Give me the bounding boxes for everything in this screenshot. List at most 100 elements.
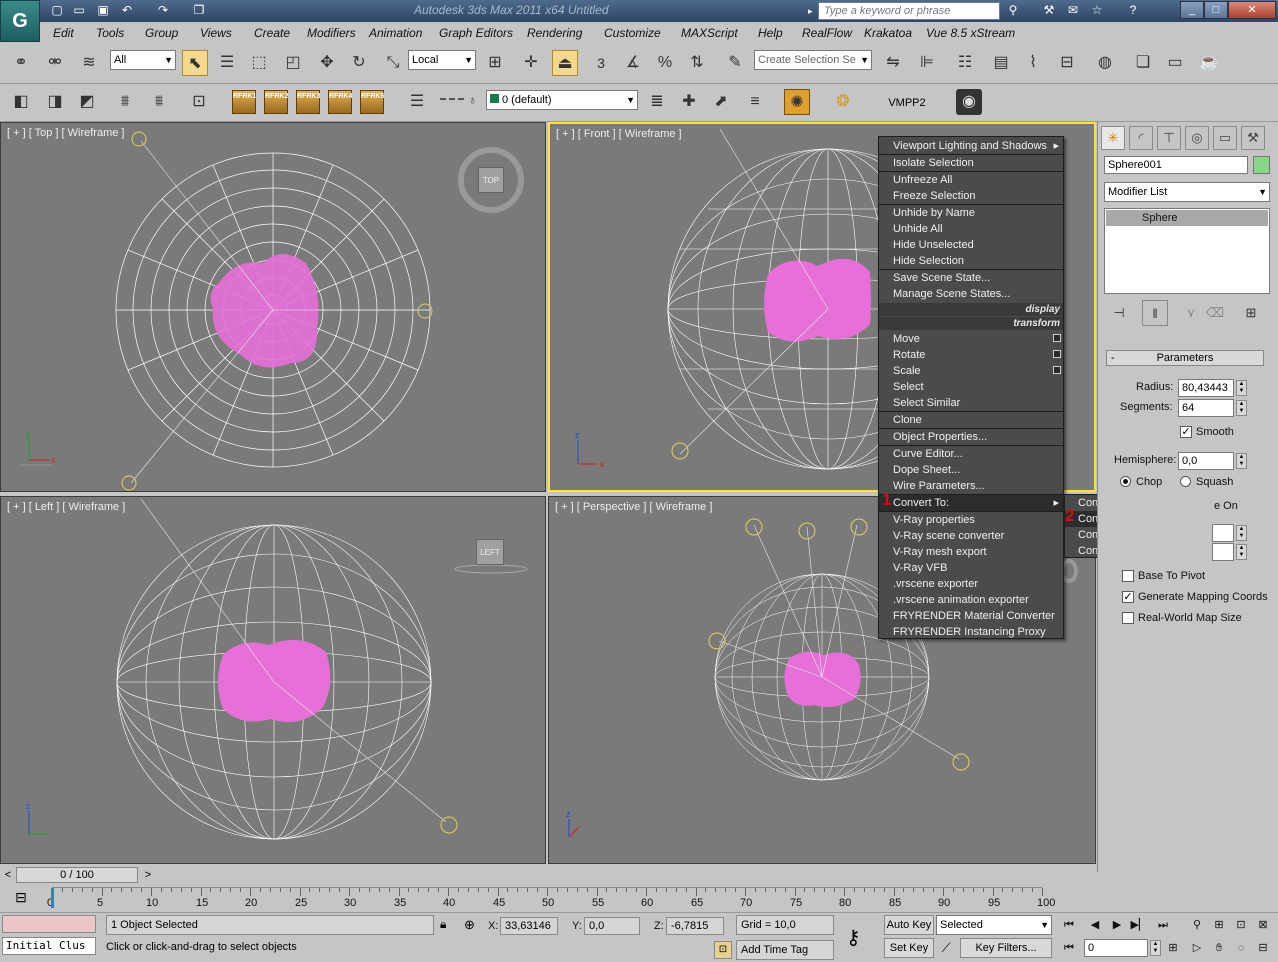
- settings-box-icon[interactable]: [1053, 366, 1061, 374]
- save-icon[interactable]: ▣: [94, 2, 112, 19]
- configure-modifier-sets-icon[interactable]: ⊞: [1238, 300, 1264, 326]
- go-to-end-icon[interactable]: ⏭: [1152, 915, 1174, 935]
- select-manipulate-icon[interactable]: ✛: [518, 50, 544, 76]
- left-viewport-label[interactable]: [ + ] [ Left ] [ Wireframe ]: [7, 501, 125, 513]
- maxscript-listener-pink[interactable]: [2, 915, 96, 933]
- base-to-pivot-checkbox[interactable]: [1122, 570, 1134, 582]
- current-frame-spinner[interactable]: ▲ ▼: [1150, 940, 1161, 956]
- menu-vrscene-exporter[interactable]: .vrscene exporter: [879, 576, 1063, 592]
- window-crossing-icon[interactable]: ◰: [280, 50, 306, 76]
- menu-unhide-all[interactable]: Unhide All: [879, 221, 1063, 237]
- make-unique-icon[interactable]: ⋎: [1178, 300, 1204, 326]
- slr-camera-icon[interactable]: ◉: [956, 89, 982, 115]
- zoom-all-icon[interactable]: ⊞: [1208, 915, 1230, 935]
- display-tab-icon[interactable]: ▭: [1213, 126, 1237, 150]
- menu-group[interactable]: Group: [145, 26, 178, 40]
- layer-manager-icon[interactable]: ☰: [404, 89, 430, 115]
- search-arrow-icon[interactable]: ▸: [808, 2, 818, 20]
- graphite-ribbon-icon[interactable]: ▤: [988, 50, 1014, 76]
- sd-tool-1-icon[interactable]: ◧: [8, 89, 34, 115]
- menu-select[interactable]: Select: [879, 379, 1063, 395]
- mini-curve-editor-icon[interactable]: ⊟: [10, 887, 32, 907]
- realflow-icon[interactable]: ✺: [784, 89, 810, 115]
- stack-item-sphere[interactable]: Sphere: [1106, 210, 1268, 226]
- absolute-mode-icon[interactable]: ⊕: [464, 917, 475, 933]
- curve-editor-icon[interactable]: ⌇: [1020, 50, 1046, 76]
- slice-to-spinner[interactable]: ▲ ▼: [1236, 544, 1247, 560]
- radius-field[interactable]: 80,43443: [1178, 379, 1234, 397]
- menu-maxscript[interactable]: MAXScript: [681, 26, 738, 40]
- menu-move[interactable]: Move: [879, 331, 1063, 347]
- communication-icon[interactable]: ✉: [1064, 2, 1082, 19]
- menu-vue-xstream[interactable]: Vue 8.5 xStream: [926, 26, 1015, 40]
- close-icon[interactable]: ✕: [1228, 1, 1276, 19]
- menu-isolate-selection[interactable]: Isolate Selection: [879, 155, 1063, 171]
- z-coordinate-field[interactable]: -6,7815: [666, 917, 724, 935]
- auto-key-button[interactable]: Auto Key: [884, 915, 934, 935]
- app-logo[interactable]: G: [0, 0, 40, 42]
- viewcube-top[interactable]: TOP: [478, 167, 504, 193]
- sd-tool-2-icon[interactable]: ◨: [42, 89, 68, 115]
- show-end-result-icon[interactable]: ‖: [1142, 300, 1168, 326]
- maxscript-mini-listener[interactable]: Initial Clus: [2, 937, 96, 955]
- new-file-icon[interactable]: ▢: [48, 2, 66, 19]
- object-name-field[interactable]: Sphere001: [1104, 156, 1248, 174]
- x-coordinate-field[interactable]: 33,63146: [500, 917, 558, 935]
- menu-wire-parameters[interactable]: Wire Parameters...: [879, 478, 1063, 494]
- spinner-snap-icon[interactable]: ⇅: [684, 50, 710, 76]
- render-teapot-icon[interactable]: ☕: [1196, 50, 1222, 76]
- menu-dope-sheet[interactable]: Dope Sheet...: [879, 462, 1063, 478]
- time-tag-icon[interactable]: ⊡: [714, 941, 732, 959]
- mirror-icon[interactable]: ⇋: [880, 50, 906, 76]
- favorites-icon[interactable]: ☆: [1088, 2, 1106, 19]
- perspective-viewport-label[interactable]: [ + ] [ Perspective ] [ Wireframe ]: [555, 501, 712, 513]
- time-configuration-icon[interactable]: ⊞: [1162, 938, 1184, 958]
- motion-tab-icon[interactable]: ◎: [1185, 126, 1209, 150]
- menu-vray-scene-converter[interactable]: V-Ray scene converter: [879, 528, 1063, 544]
- menu-graph-editors[interactable]: Graph Editors: [439, 26, 513, 40]
- segments-field[interactable]: 64: [1178, 399, 1234, 417]
- hemisphere-field[interactable]: 0,0: [1178, 452, 1234, 470]
- front-viewport-label[interactable]: [ + ] [ Front ] [ Wireframe ]: [556, 128, 682, 140]
- radius-spinner[interactable]: ▲ ▼: [1236, 380, 1247, 396]
- rfrk3-icon[interactable]: RFRK3: [296, 90, 320, 114]
- zoom-extents-icon[interactable]: ⊡: [1230, 915, 1252, 935]
- undo-icon[interactable]: ↶: [118, 2, 136, 19]
- selection-lock-icon[interactable]: 🔒︎: [440, 917, 446, 932]
- current-frame-marker[interactable]: [51, 888, 54, 908]
- time-slider[interactable]: 0 / 100: [16, 867, 138, 883]
- squash-radio[interactable]: [1180, 476, 1191, 487]
- link-icon[interactable]: ⚭: [8, 50, 34, 76]
- previous-frame-icon[interactable]: ◀︎: [1084, 915, 1106, 935]
- zoom-extents-all-icon[interactable]: ⊠: [1252, 915, 1274, 935]
- select-by-name-icon[interactable]: ☰: [214, 50, 240, 76]
- set-keys-key-icon[interactable]: ⚷: [846, 925, 861, 950]
- slice-from-field[interactable]: [1212, 524, 1234, 542]
- menu-views[interactable]: Views: [200, 26, 232, 40]
- bin-tool-2-icon[interactable]: ⩩: [146, 89, 172, 115]
- menu-clone[interactable]: Clone: [879, 412, 1063, 428]
- slice-from-spinner[interactable]: ▲ ▼: [1236, 525, 1247, 541]
- menu-realflow[interactable]: RealFlow: [802, 26, 852, 40]
- hierarchy-tab-icon[interactable]: ⊤: [1157, 126, 1181, 150]
- layer-dropdown[interactable]: 0 (default) ▼: [486, 90, 638, 110]
- add-time-tag-button[interactable]: Add Time Tag: [736, 940, 834, 960]
- add-to-layer-icon[interactable]: ✚: [676, 89, 702, 115]
- y-coordinate-field[interactable]: 0,0: [584, 917, 640, 935]
- maximize-icon[interactable]: □: [1204, 1, 1228, 19]
- align-icon[interactable]: ⊫: [914, 50, 940, 76]
- real-world-map-checkbox[interactable]: [1122, 612, 1134, 624]
- parameters-rollout-header[interactable]: - Parameters: [1106, 350, 1264, 366]
- object-color-swatch[interactable]: [1253, 156, 1270, 174]
- menu-animation[interactable]: Animation: [369, 26, 422, 40]
- track-bar[interactable]: 0510152025303540455055606570758085909510…: [47, 887, 1055, 909]
- modify-tab-icon[interactable]: ◜: [1129, 126, 1153, 150]
- menu-unhide-by-name[interactable]: Unhide by Name: [879, 205, 1063, 221]
- menu-manage-scene-states[interactable]: Manage Scene States...: [879, 286, 1063, 302]
- time-slider-next-icon[interactable]: >: [140, 867, 156, 883]
- hemisphere-spinner[interactable]: ▲ ▼: [1236, 453, 1247, 469]
- move-icon[interactable]: ✥: [314, 50, 340, 76]
- key-filters-button[interactable]: Key Filters...: [960, 938, 1052, 958]
- menu-vray-properties[interactable]: V-Ray properties: [879, 512, 1063, 528]
- bin-tool-3-icon[interactable]: ⊡: [186, 89, 212, 115]
